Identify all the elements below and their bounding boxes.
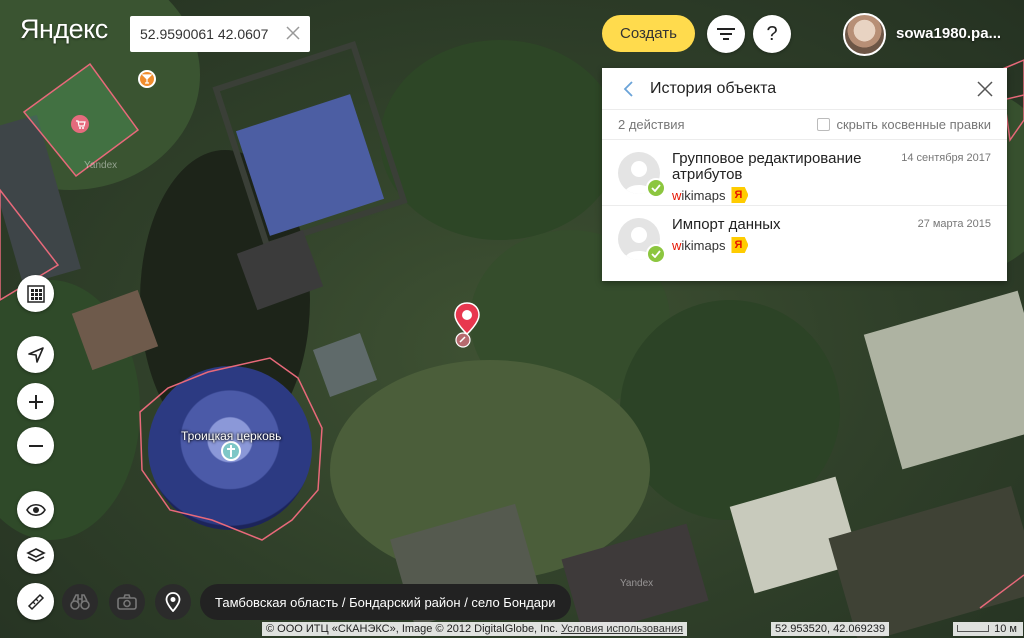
history-action: Групповое редактирование атрибутов <box>672 150 862 183</box>
layers-icon <box>25 547 46 562</box>
yandex-staff-badge: Я <box>731 237 749 253</box>
panel-header: История объекта <box>602 68 1007 110</box>
navigation-arrow-icon <box>27 346 44 363</box>
property-outline <box>979 574 1024 609</box>
zoom-out-button[interactable] <box>17 427 54 464</box>
actions-count: 2 действия <box>618 117 685 132</box>
plus-icon <box>28 394 43 409</box>
visibility-button[interactable] <box>17 491 54 528</box>
cafe-poi-icon[interactable] <box>138 70 156 88</box>
minus-icon <box>28 444 43 447</box>
help-button[interactable]: ? <box>753 15 791 53</box>
ruler-button[interactable] <box>17 583 54 620</box>
hide-indirect-label[interactable]: скрыть косвенные правки <box>836 117 991 132</box>
map-pin-icon <box>165 592 181 612</box>
username[interactable]: sowa1980.pa... <box>896 25 1001 42</box>
eye-icon <box>25 503 46 516</box>
object-history-panel: История объекта 2 действия скрыть косвен… <box>602 68 1007 281</box>
filter-button[interactable] <box>707 15 745 53</box>
user-avatar[interactable] <box>843 13 886 56</box>
hide-indirect-checkbox[interactable] <box>817 118 831 131</box>
street-view-button[interactable] <box>62 584 98 620</box>
clear-search-icon[interactable] <box>284 24 302 42</box>
create-button[interactable]: Создать <box>602 15 695 52</box>
yandex-logo[interactable]: Яндекс <box>20 14 108 45</box>
approved-check-icon <box>646 178 666 198</box>
location-breadcrumb[interactable]: Тамбовская область / Бондарский район / … <box>200 584 571 620</box>
history-source[interactable]: w ikimaps Я <box>672 187 749 203</box>
history-date: 27 марта 2015 <box>917 218 991 230</box>
selected-object-pin-icon[interactable] <box>453 302 481 350</box>
grid-icon <box>26 284 45 303</box>
approved-check-icon <box>646 244 666 264</box>
copyright-text: © ООО ИТЦ «СКАНЭКС», Image © 2012 Digita… <box>266 623 558 635</box>
close-icon[interactable] <box>977 81 993 97</box>
cursor-coordinates: 52.953520, 42.069239 <box>771 622 890 636</box>
history-source[interactable]: w ikimaps Я <box>672 237 749 253</box>
map-scale: 10 м <box>953 622 1023 636</box>
panel-subheader: 2 действия скрыть косвенные правки <box>602 110 1007 140</box>
history-item[interactable]: Импорт данных 27 марта 2015 w ikimaps Я <box>602 206 1007 279</box>
address-button[interactable] <box>155 584 191 620</box>
photo-button[interactable] <box>109 584 145 620</box>
church-map-label: Троицкая церковь <box>181 429 282 443</box>
layers-button[interactable] <box>17 537 54 574</box>
locate-me-button[interactable] <box>17 336 54 373</box>
search-input[interactable] <box>140 26 280 42</box>
filter-icon <box>717 28 735 40</box>
history-action: Импорт данных <box>672 216 781 233</box>
church-poi-icon[interactable] <box>221 441 241 461</box>
camera-icon <box>117 594 137 610</box>
search-box <box>130 16 310 52</box>
binoculars-icon <box>70 594 90 610</box>
help-icon: ? <box>766 22 778 45</box>
history-date: 14 сентября 2017 <box>901 152 991 164</box>
terms-link[interactable]: Условия использования <box>561 623 683 635</box>
back-arrow-icon[interactable] <box>620 79 638 99</box>
shop-poi-icon[interactable] <box>71 115 89 133</box>
yandex-staff-badge: Я <box>731 187 749 203</box>
zoom-in-button[interactable] <box>17 383 54 420</box>
ruler-icon <box>27 593 44 610</box>
map-watermark: Yandex <box>84 160 118 171</box>
panel-title: История объекта <box>650 79 777 97</box>
map-watermark: Yandex <box>620 578 654 589</box>
grid-view-button[interactable] <box>17 275 54 312</box>
copyright-bar: © ООО ИТЦ «СКАНЭКС», Image © 2012 Digita… <box>262 622 688 636</box>
history-item[interactable]: Групповое редактирование атрибутов 14 се… <box>602 140 1007 206</box>
